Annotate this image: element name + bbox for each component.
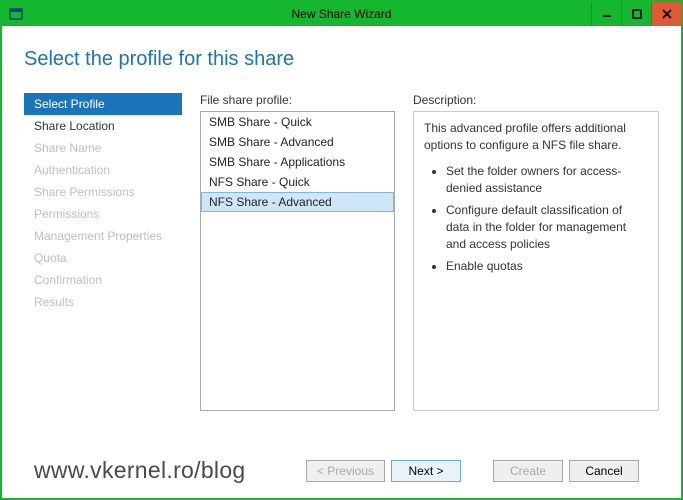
profile-column: File share profile: SMB Share - QuickSMB… bbox=[200, 93, 395, 447]
app-icon bbox=[8, 6, 24, 22]
maximize-button[interactable] bbox=[621, 2, 651, 26]
description-bullets: Set the folder owners for access-denied … bbox=[446, 163, 648, 275]
profile-option[interactable]: NFS Share - Quick bbox=[201, 172, 394, 192]
description-bullet: Configure default classification of data… bbox=[446, 202, 648, 254]
wizard-step: Confirmation bbox=[24, 269, 182, 291]
window-controls bbox=[591, 2, 681, 26]
next-button[interactable]: Next > bbox=[391, 460, 461, 482]
description-intro: This advanced profile offers additional … bbox=[424, 120, 648, 155]
wizard-step[interactable]: Share Location bbox=[24, 115, 182, 137]
wizard-window: New Share Wizard Select the profile for … bbox=[0, 0, 683, 500]
previous-button: < Previous bbox=[306, 460, 385, 482]
footer: www.vkernel.ro/blog < Previous Next > Cr… bbox=[24, 447, 659, 498]
window-title: New Share Wizard bbox=[291, 7, 391, 21]
profile-option[interactable]: NFS Share - Advanced bbox=[201, 192, 394, 212]
wizard-step[interactable]: Select Profile bbox=[24, 93, 182, 115]
wizard-step: Results bbox=[24, 291, 182, 313]
create-button: Create bbox=[493, 460, 563, 482]
main-area: Select ProfileShare LocationShare NameAu… bbox=[24, 93, 659, 447]
profile-list-label: File share profile: bbox=[200, 93, 395, 107]
wizard-step: Share Name bbox=[24, 137, 182, 159]
wizard-steps-sidebar: Select ProfileShare LocationShare NameAu… bbox=[24, 93, 182, 447]
content-pane: Select the profile for this share Select… bbox=[2, 26, 681, 498]
close-button[interactable] bbox=[651, 2, 681, 26]
page-heading: Select the profile for this share bbox=[24, 48, 659, 71]
watermark-text: www.vkernel.ro/blog bbox=[34, 457, 300, 484]
wizard-step: Quota bbox=[24, 247, 182, 269]
wizard-step: Authentication bbox=[24, 159, 182, 181]
description-label: Description: bbox=[413, 93, 659, 107]
description-column: Description: This advanced profile offer… bbox=[413, 93, 659, 447]
description-bullet: Enable quotas bbox=[446, 258, 648, 275]
description-box: This advanced profile offers additional … bbox=[413, 111, 659, 411]
wizard-step: Permissions bbox=[24, 203, 182, 225]
description-bullet: Set the folder owners for access-denied … bbox=[446, 163, 648, 198]
wizard-step: Share Permissions bbox=[24, 181, 182, 203]
cancel-button[interactable]: Cancel bbox=[569, 460, 639, 482]
titlebar: New Share Wizard bbox=[2, 2, 681, 26]
profile-option[interactable]: SMB Share - Quick bbox=[201, 112, 394, 132]
profile-listbox[interactable]: SMB Share - QuickSMB Share - AdvancedSMB… bbox=[200, 111, 395, 411]
profile-option[interactable]: SMB Share - Applications bbox=[201, 152, 394, 172]
profile-option[interactable]: SMB Share - Advanced bbox=[201, 132, 394, 152]
minimize-button[interactable] bbox=[591, 2, 621, 26]
wizard-step: Management Properties bbox=[24, 225, 182, 247]
